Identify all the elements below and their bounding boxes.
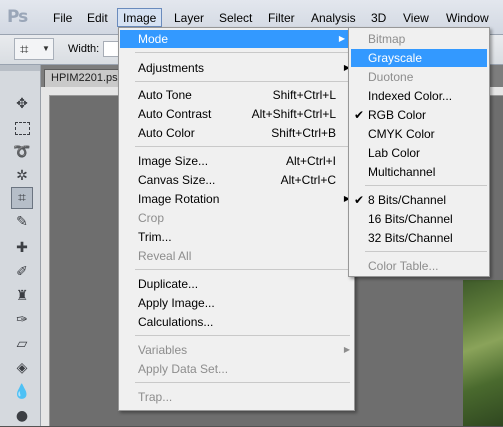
submenu-arrow-icon: ▶ (338, 34, 345, 43)
shortcut-label: Alt+Shift+Ctrl+L (251, 107, 336, 121)
mode-item-multichannel[interactable]: Multichannel (368, 163, 435, 181)
menu-file[interactable]: File (53, 8, 72, 28)
menu-item-variables-label: Variables (138, 343, 188, 357)
toolbox: ✥ ➰ ✲ ⌗ ✎ ✚ ✐ ♜ ✑ ▱ ◈ 💧 ● (0, 65, 41, 426)
checkmark-icon: ✔ (354, 193, 365, 207)
paint-bucket-tool-icon[interactable]: ◈ (11, 357, 33, 379)
mode-item-32-bits[interactable]: 32 Bits/Channel (368, 229, 453, 247)
toolbox-grip[interactable] (0, 65, 40, 71)
separator (135, 146, 350, 147)
menu-item-auto-tone-label: Auto Tone (138, 88, 192, 102)
menu-view[interactable]: View (403, 8, 429, 28)
menu-item-image-rotation[interactable]: Image Rotation ▶ (138, 190, 350, 208)
separator (365, 251, 487, 252)
menu-item-auto-color-label: Auto Color (138, 126, 195, 140)
menu-item-trap: Trap... (138, 390, 173, 404)
menu-item-reveal-all: Reveal All (138, 249, 192, 263)
mode-submenu: Bitmap Grayscale Duotone Indexed Color..… (348, 27, 490, 277)
separator (135, 81, 350, 82)
menu-item-canvas-size[interactable]: Canvas Size... Alt+Ctrl+C (138, 171, 336, 189)
history-brush-tool-icon[interactable]: ✑ (11, 309, 33, 331)
menu-item-crop: Crop (138, 211, 165, 225)
menu-item-auto-contrast[interactable]: Auto Contrast Alt+Shift+Ctrl+L (138, 105, 336, 123)
mode-item-grayscale[interactable]: Grayscale (351, 49, 487, 67)
separator (135, 269, 350, 270)
menu-edit[interactable]: Edit (87, 8, 108, 28)
menu-item-adjustments-label: Adjustments (138, 61, 205, 75)
menu-select[interactable]: Select (219, 8, 252, 28)
submenu-arrow-icon: ▶ (343, 345, 350, 354)
mode-item-8-bits[interactable]: 8 Bits/Channel (368, 191, 446, 209)
document-image (463, 280, 503, 426)
separator (365, 185, 487, 186)
marquee-tool-icon[interactable] (11, 117, 33, 139)
shortcut-label: Alt+Ctrl+I (285, 154, 336, 168)
blur-tool-icon[interactable]: 💧 (11, 381, 33, 403)
menu-item-apply-data-set: Apply Data Set... (138, 362, 229, 376)
separator (135, 52, 350, 53)
quick-selection-tool-icon[interactable]: ✲ (11, 165, 33, 187)
menu-item-auto-contrast-label: Auto Contrast (138, 107, 212, 121)
menu-analysis[interactable]: Analysis (311, 8, 356, 28)
mode-item-bitmap: Bitmap (368, 32, 406, 46)
dodge-tool-icon[interactable]: ● (11, 405, 33, 427)
menu-3d[interactable]: 3D (371, 8, 386, 28)
menu-item-canvas-size-label: Canvas Size... (138, 173, 216, 187)
menu-image[interactable]: Image (117, 8, 162, 27)
mode-item-color-table: Color Table... (368, 259, 439, 273)
chevron-down-icon: ▼ (42, 44, 50, 53)
mode-item-indexed-color[interactable]: Indexed Color... (368, 87, 452, 105)
menu-item-duplicate[interactable]: Duplicate... (138, 275, 198, 293)
menu-item-mode-label: Mode (138, 32, 169, 46)
menu-item-auto-tone[interactable]: Auto Tone Shift+Ctrl+L (138, 86, 336, 104)
menu-item-auto-color[interactable]: Auto Color Shift+Ctrl+B (138, 124, 336, 142)
separator (135, 382, 350, 383)
menu-item-trim[interactable]: Trim... (138, 228, 172, 246)
menu-item-image-size[interactable]: Image Size... Alt+Ctrl+I (138, 152, 336, 170)
eyedropper-tool-icon[interactable]: ✎ (11, 211, 33, 233)
healing-brush-tool-icon[interactable]: ✚ (11, 237, 33, 259)
width-label: Width: (68, 43, 100, 55)
move-tool-icon[interactable]: ✥ (11, 93, 33, 115)
mode-item-16-bits[interactable]: 16 Bits/Channel (368, 210, 453, 228)
menu-window[interactable]: Window (446, 8, 489, 28)
menu-item-mode[interactable]: Mode ▶ (120, 30, 353, 48)
mode-item-cmyk-color[interactable]: CMYK Color (368, 125, 435, 143)
lasso-tool-icon[interactable]: ➰ (11, 141, 33, 163)
crop-icon: ⌗ (20, 40, 29, 58)
menu-item-variables: Variables ▶ (138, 341, 350, 359)
clone-stamp-tool-icon[interactable]: ♜ (11, 285, 33, 307)
menu-filter[interactable]: Filter (268, 8, 295, 28)
checkmark-icon: ✔ (354, 108, 365, 122)
mode-item-rgb-color[interactable]: RGB Color (368, 106, 426, 124)
eraser-tool-icon[interactable]: ▱ (11, 333, 33, 355)
menu-item-apply-image[interactable]: Apply Image... (138, 294, 215, 312)
menu-item-image-size-label: Image Size... (138, 154, 209, 168)
brush-tool-icon[interactable]: ✐ (11, 261, 33, 283)
shortcut-label: Shift+Ctrl+B (271, 126, 336, 140)
menu-item-adjustments[interactable]: Adjustments ▶ (138, 59, 350, 77)
mode-item-duotone: Duotone (368, 70, 414, 84)
shortcut-label: Alt+Ctrl+C (280, 173, 336, 187)
separator (135, 335, 350, 336)
tool-preset-picker[interactable]: ⌗ ▼ (14, 38, 54, 60)
menu-item-calculations[interactable]: Calculations... (138, 313, 213, 331)
vertical-ruler (41, 95, 50, 426)
photoshop-logo-icon: Ps (7, 7, 28, 27)
image-menu: Mode ▶ Adjustments ▶ Auto Tone Shift+Ctr… (118, 27, 355, 411)
crop-tool-icon[interactable]: ⌗ (11, 187, 33, 209)
document-tab[interactable]: HPIM2201.ps (44, 69, 124, 87)
shortcut-label: Shift+Ctrl+L (272, 88, 336, 102)
menu-item-image-rotation-label: Image Rotation (138, 192, 220, 206)
mode-item-lab-color[interactable]: Lab Color (368, 144, 420, 162)
menu-layer[interactable]: Layer (174, 8, 204, 28)
